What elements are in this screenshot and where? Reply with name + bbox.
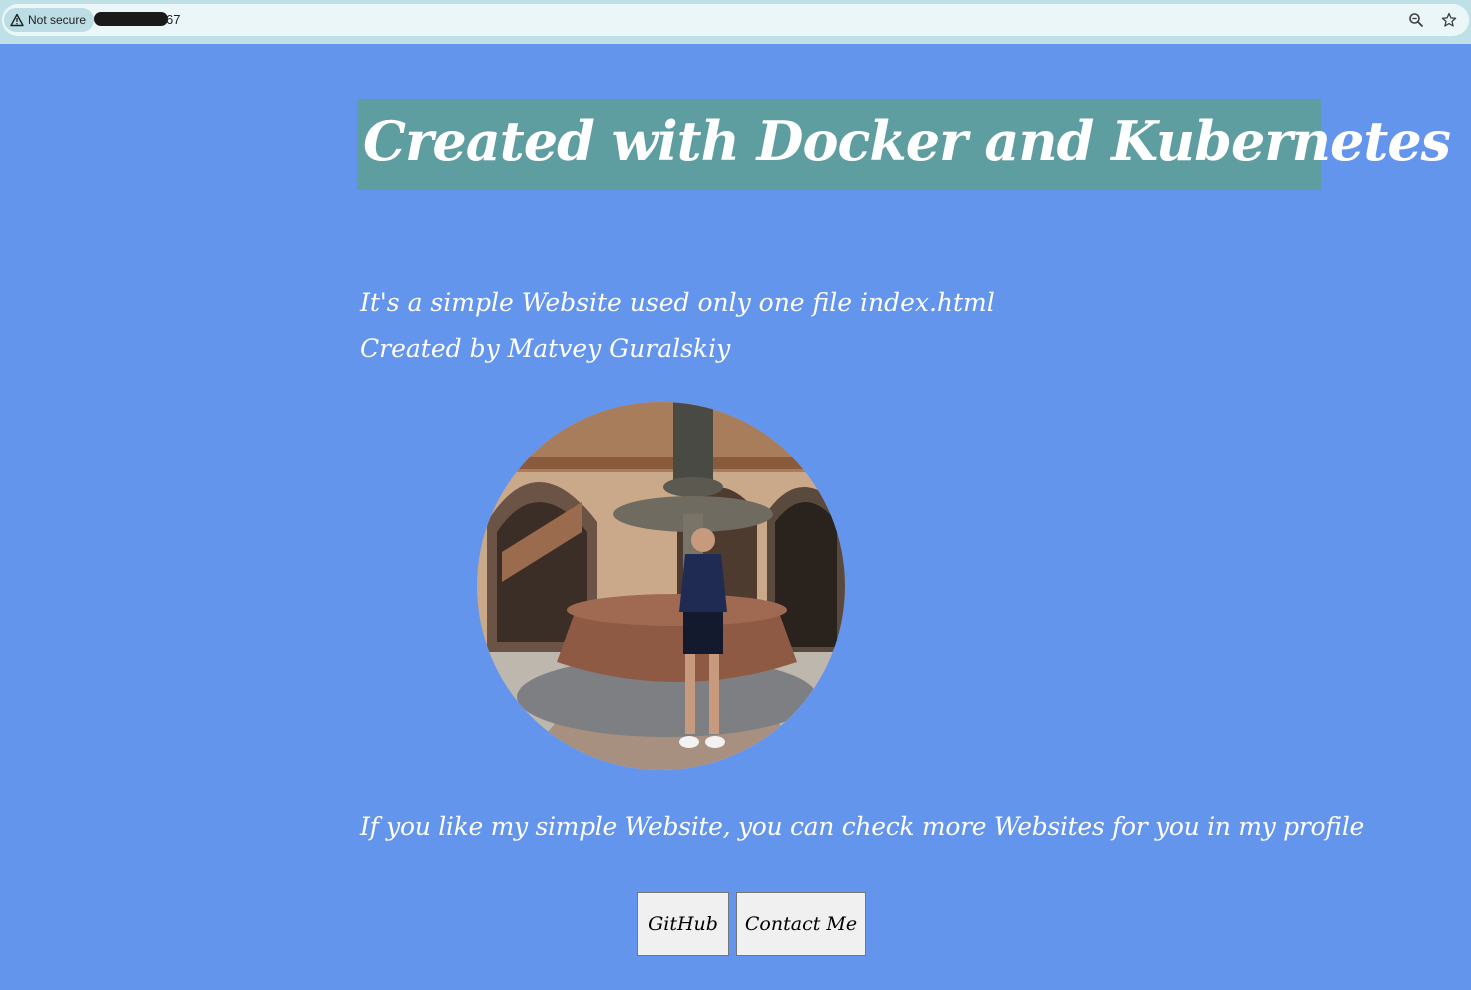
intro-text: It's a simple Website used only one file… — [360, 280, 995, 372]
contact-me-button[interactable]: Contact Me — [736, 892, 866, 956]
intro-line-1: It's a simple Website used only one file… — [360, 288, 995, 317]
address-bar[interactable]: Not secure 67 — [2, 4, 1469, 36]
intro-line-2: Created by Matvey Guralskiy — [360, 334, 731, 363]
title-banner: Created with Docker and Kubernetes — [357, 99, 1451, 190]
star-icon[interactable] — [1440, 11, 1458, 29]
page-title: Created with Docker and Kubernetes — [363, 109, 1451, 173]
warning-icon — [10, 13, 24, 27]
profile-photo — [477, 402, 845, 770]
zoom-icon[interactable] — [1407, 11, 1425, 29]
cta-text: If you like my simple Website, you can c… — [360, 812, 1365, 841]
url-text[interactable]: 67 — [166, 12, 180, 27]
security-label: Not secure — [28, 13, 87, 27]
url-redaction — [94, 12, 168, 26]
security-indicator[interactable]: Not secure — [4, 8, 95, 32]
browser-toolbar: Not secure 67 — [0, 0, 1471, 44]
github-button[interactable]: GitHub — [637, 892, 729, 956]
